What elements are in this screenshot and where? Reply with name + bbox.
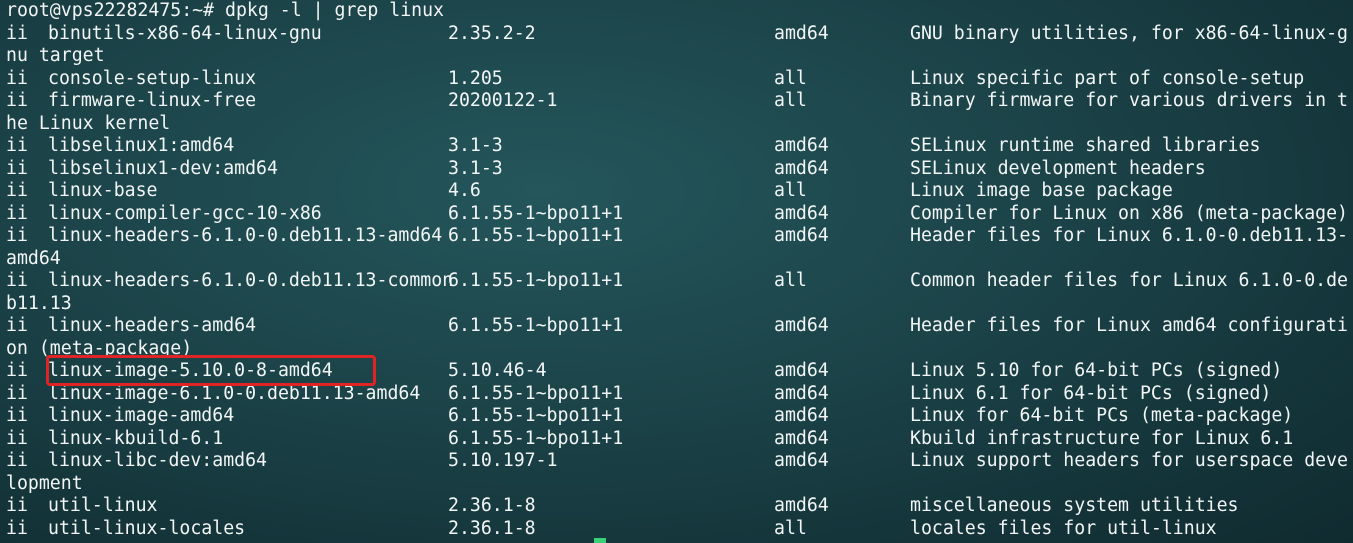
package-state: ii [6,405,28,426]
package-state: ii [6,495,28,516]
package-description: Common header files for Linux 6.1.0-0.de [910,270,1348,291]
package-state: ii [6,135,28,156]
package-version: 4.6 [448,180,481,201]
package-version: 6.1.55-1~bpo11+1 [448,270,624,291]
wrapped-text: lopment [6,472,83,494]
package-description: Linux image base package [910,180,1173,201]
package-state: ii [6,270,28,291]
package-name: binutils-x86-64-linux-gnu [48,22,322,44]
package-state: ii [6,67,28,89]
package-arch: all [774,270,807,291]
package-state: ii [6,22,28,44]
package-state: ii [6,202,28,224]
wrapped-text: amd64 [6,247,61,269]
package-arch: amd64 [774,315,829,336]
package-description: GNU binary utilities, for x86-64-linux-g [910,22,1348,44]
package-name: linux-headers-6.1.0-0.deb11.13-amd64 [48,225,443,246]
package-state: ii [6,90,28,111]
package-version: 5.10.197-1 [448,450,558,471]
package-name: linux-compiler-gcc-10-x86 [48,202,322,224]
package-arch: all [774,67,807,89]
package-state: ii [6,382,28,404]
package-state: ii [6,517,28,539]
package-description: Kbuild infrastructure for Linux 6.1 [910,427,1294,449]
package-arch: amd64 [774,405,829,426]
package-description: Linux specific part of console-setup [910,67,1305,89]
highlight-annotation [46,355,376,386]
package-arch: all [774,517,807,539]
package-state: ii [6,315,28,336]
package-name: linux-headers-amd64 [48,315,257,336]
package-description: Compiler for Linux on x86 (meta-package) [910,202,1348,224]
package-name: console-setup-linux [48,67,257,89]
wrapped-text: he Linux kernel [6,112,171,134]
terminal-cursor [594,538,606,543]
package-name: libselinux1:amd64 [48,135,235,156]
package-description: Binary firmware for various drivers in t [910,90,1348,111]
package-version: 2.36.1-8 [448,517,536,539]
package-name: libselinux1-dev:amd64 [48,157,278,179]
package-state: ii [6,225,28,246]
package-description: Header files for Linux amd64 configurati [910,315,1348,336]
package-state: ii [6,360,28,381]
terminal-output[interactable]: root@vps22282475:~# dpkg -l | grep linux… [6,0,1353,543]
package-version: 6.1.55-1~bpo11+1 [448,225,624,246]
package-arch: amd64 [774,157,829,179]
package-arch: amd64 [774,427,829,449]
package-version: 3.1-3 [448,135,503,156]
package-arch: all [774,90,807,111]
package-version: 6.1.55-1~bpo11+1 [448,382,624,404]
wrapped-text: nu target [6,45,105,66]
package-version: 2.36.1-8 [448,495,536,516]
package-description: SELinux runtime shared libraries [910,135,1261,156]
package-state: ii [6,157,28,179]
package-name: linux-image-amd64 [48,405,235,426]
package-arch: amd64 [774,360,829,381]
package-description: Header files for Linux 6.1.0-0.deb11.13- [910,225,1348,246]
package-description: Linux 6.1 for 64-bit PCs (signed) [910,382,1272,404]
package-name: linux-kbuild-6.1 [48,427,224,449]
package-name: util-linux [48,495,158,516]
package-description: Linux 5.10 for 64-bit PCs (signed) [910,360,1283,381]
package-version: 5.10.46-4 [448,360,547,381]
package-name: linux-libc-dev:amd64 [48,450,267,471]
package-arch: all [774,180,807,201]
package-arch: amd64 [774,495,829,516]
package-arch: amd64 [774,225,829,246]
package-description: Linux for 64-bit PCs (meta-package) [910,405,1294,426]
package-version: 6.1.55-1~bpo11+1 [448,427,624,449]
wrapped-text: b11.13 [6,292,72,314]
package-state: ii [6,450,28,471]
package-arch: amd64 [774,135,829,156]
package-description: SELinux development headers [910,157,1206,179]
package-name: linux-headers-6.1.0-0.deb11.13-common [48,270,454,291]
package-name: linux-base [48,180,158,201]
package-arch: amd64 [774,22,829,44]
package-state: ii [6,180,28,201]
package-description: miscellaneous system utilities [910,495,1239,516]
package-arch: amd64 [774,202,829,224]
package-name: firmware-linux-free [48,90,257,111]
prompt-text: root@vps22282475:~# dpkg -l | grep linux [6,0,444,21]
package-arch: amd64 [774,450,829,471]
package-description: locales files for util-linux [910,517,1217,539]
package-version: 6.1.55-1~bpo11+1 [448,202,624,224]
package-name: util-linux-locales [48,517,246,539]
package-version: 3.1-3 [448,157,503,179]
package-version: 1.205 [448,67,503,89]
package-version: 2.35.2-2 [448,22,536,44]
command-prompt: root@vps22282475:~# dpkg -l | grep linux [6,0,444,23]
package-description: Linux support headers for userspace deve [910,450,1348,471]
package-version: 20200122-1 [448,90,558,111]
package-state: ii [6,427,28,449]
package-arch: amd64 [774,382,829,404]
package-version: 6.1.55-1~bpo11+1 [448,405,624,426]
package-version: 6.1.55-1~bpo11+1 [448,315,624,336]
